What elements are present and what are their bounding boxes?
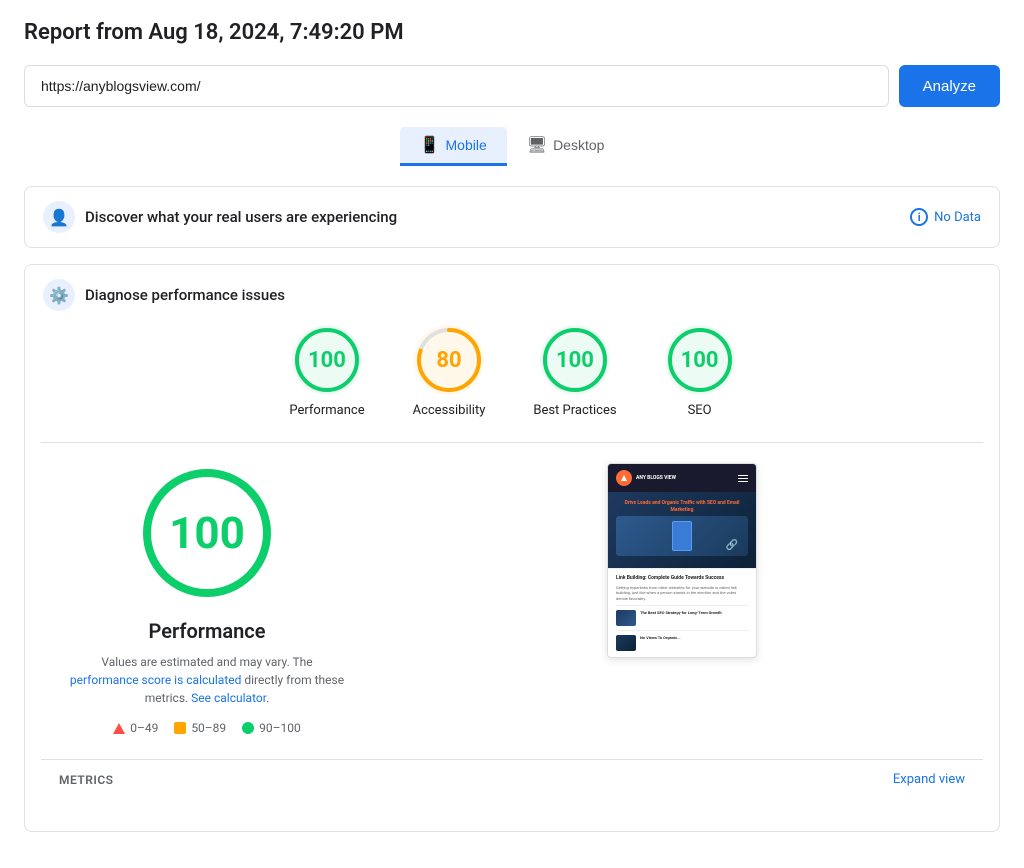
performance-label: Performance [289, 403, 364, 418]
score-accessibility: 80 Accessibility [413, 325, 486, 418]
menu-line-2 [738, 478, 748, 479]
thumb-mini-row-1: The Best SEO Strategy for Long-Term Grow… [616, 605, 748, 626]
diagnose-header: ⚙️ Diagnose performance issues [25, 265, 999, 325]
big-performance-circle: 100 [137, 463, 277, 603]
thumb-header: ANY BLOGS VIEW [608, 464, 756, 492]
best-practices-value: 100 [556, 348, 594, 373]
thumb-logo-svg [620, 474, 628, 482]
thumb-menu-icon [738, 475, 748, 482]
accessibility-value: 80 [436, 348, 461, 373]
thumb-device-icon [672, 521, 692, 551]
thumb-card: Link Building: Complete Guide Towards Su… [608, 568, 756, 657]
seo-circle: 100 [665, 325, 735, 395]
real-users-section: 👤 Discover what your real users are expe… [24, 186, 1000, 248]
thumb-mini-text-2: No Views To Organic... [640, 635, 681, 651]
tabs: 📱 Mobile 🖥 Desktop [24, 127, 1000, 166]
url-bar: Analyze [24, 65, 1000, 107]
score-performance: 100 Performance [289, 325, 364, 418]
score-legend: 0–49 50–89 90–100 [113, 721, 301, 735]
thumb-mini-img-2 [616, 635, 636, 651]
thumb-mini-img-1 [616, 610, 636, 626]
perf-desc-end: . [266, 691, 269, 705]
no-data-label: No Data [934, 210, 981, 225]
best-practices-circle: 100 [540, 325, 610, 395]
real-users-icon: 👤 [43, 201, 75, 233]
thumb-mini-text-1: The Best SEO Strategy for Long-Term Grow… [640, 610, 722, 626]
performance-circle: 100 [292, 325, 362, 395]
analyze-button[interactable]: Analyze [899, 65, 1000, 107]
thumb-card-text: Getting hyperlinks from other websites f… [616, 585, 748, 602]
score-best-practices: 100 Best Practices [533, 325, 616, 418]
thumb-logo: ANY BLOGS VIEW [616, 470, 676, 486]
legend-triangle-icon [113, 723, 125, 734]
scores-panel: 100 Performance 80 Accessibility [25, 325, 999, 815]
diagnose-section: ⚙️ Diagnose performance issues 100 Perfo… [24, 264, 1000, 832]
tab-desktop[interactable]: 🖥 Desktop [507, 127, 625, 166]
perf-right: ANY BLOGS VIEW Drive Leads and Organic T… [397, 463, 967, 658]
calculator-link[interactable]: See calculator [191, 691, 266, 705]
accessibility-circle: 80 [414, 325, 484, 395]
real-users-title: Discover what your real users are experi… [85, 208, 397, 226]
tab-mobile[interactable]: 📱 Mobile [400, 127, 507, 166]
thumb-logo-text: ANY BLOGS VIEW [636, 475, 676, 481]
desktop-icon: 🖥 [527, 135, 547, 155]
metrics-bar: METRICS Expand view [41, 759, 983, 799]
tab-desktop-label: Desktop [553, 137, 604, 153]
menu-line-3 [738, 481, 748, 482]
legend-high: 90–100 [242, 721, 301, 735]
diagnose-icon: ⚙️ [43, 279, 75, 311]
thumb-link-icon: 🔗 [726, 540, 738, 551]
seo-value: 100 [681, 348, 719, 373]
perf-detail-title: Performance [149, 619, 266, 643]
score-seo: 100 SEO [665, 325, 735, 418]
legend-low-range: 0–49 [130, 721, 158, 735]
seo-label: SEO [688, 403, 712, 418]
legend-dot-icon [242, 722, 254, 734]
best-practices-label: Best Practices [533, 403, 616, 418]
thumb-logo-icon [616, 470, 632, 486]
menu-line-1 [738, 475, 748, 476]
no-data-badge[interactable]: i No Data [910, 208, 981, 226]
thumb-hero: Drive Leads and Organic Traffic with SEO… [608, 492, 756, 568]
perf-desc-start: Values are estimated and may vary. The [101, 655, 312, 669]
legend-medium: 50–89 [174, 721, 226, 735]
diagnose-title: Diagnose performance issues [85, 286, 285, 304]
expand-view-button[interactable]: Expand view [893, 772, 965, 787]
report-title: Report from Aug 18, 2024, 7:49:20 PM [24, 20, 1000, 45]
legend-medium-range: 50–89 [191, 721, 226, 735]
performance-value: 100 [308, 348, 346, 373]
website-thumbnail: ANY BLOGS VIEW Drive Leads and Organic T… [607, 463, 757, 658]
real-users-left: 👤 Discover what your real users are expe… [43, 201, 397, 233]
perf-detail: 100 Performance Values are estimated and… [41, 463, 983, 751]
perf-description: Values are estimated and may vary. The p… [67, 653, 347, 707]
scores-divider [41, 442, 983, 443]
perf-score-link[interactable]: performance score is calculated [70, 673, 241, 687]
legend-low: 0–49 [113, 721, 158, 735]
real-users-header: 👤 Discover what your real users are expe… [25, 187, 999, 247]
metrics-label: METRICS [59, 773, 114, 787]
thumb-hero-image: 🔗 [616, 516, 748, 556]
tab-mobile-label: Mobile [446, 137, 487, 153]
legend-high-range: 90–100 [259, 721, 301, 735]
diagnose-left: ⚙️ Diagnose performance issues [43, 279, 285, 311]
thumb-card-title: Link Building: Complete Guide Towards Su… [616, 575, 748, 582]
scores-row: 100 Performance 80 Accessibility [41, 325, 983, 418]
big-performance-value: 100 [169, 507, 245, 559]
mobile-icon: 📱 [420, 135, 440, 155]
perf-left: 100 Performance Values are estimated and… [57, 463, 357, 735]
thumb-mini-row-2: No Views To Organic... [616, 630, 748, 651]
info-icon: i [910, 208, 928, 226]
accessibility-label: Accessibility [413, 403, 486, 418]
url-input[interactable] [24, 65, 889, 107]
thumb-hero-title: Drive Leads and Organic Traffic with SEO… [616, 500, 748, 513]
legend-square-icon [174, 722, 186, 734]
